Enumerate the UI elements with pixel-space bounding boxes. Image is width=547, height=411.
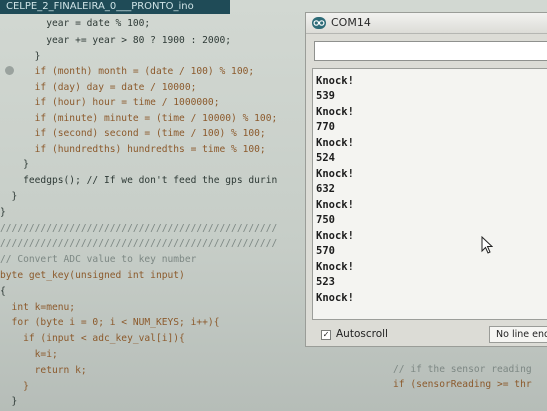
code-line: } [0, 381, 29, 392]
code-line: int k=menu; [0, 302, 76, 313]
code-line: if (month) month = (date / 100) % 100; [0, 66, 255, 77]
output-line: Knock! [316, 137, 354, 149]
code-line: if (sensorReading >= thr [393, 379, 532, 390]
serial-output[interactable]: Knock! 539 Knock! 770 Knock! 524 Knock! … [312, 68, 547, 320]
arduino-icon [312, 17, 326, 29]
code-line: } [0, 191, 18, 202]
output-line: 523 [316, 276, 335, 288]
code-line: if (input < adc_key_val[i]){ [0, 333, 185, 344]
line-ending-select[interactable]: No line ending [489, 326, 547, 343]
code-line: } [0, 159, 29, 170]
code-line: for (byte i = 0; i < NUM_KEYS; i++){ [0, 317, 220, 328]
code-line: } [0, 396, 18, 407]
output-line: 539 [316, 90, 335, 102]
autoscroll-checkbox[interactable]: ✓ [321, 330, 331, 340]
serial-monitor-title: COM14 [331, 16, 371, 29]
serial-monitor-window[interactable]: COM14 Knock! 539 Knock! 770 Knock! 524 K… [305, 12, 547, 347]
output-line: Knock! [316, 292, 354, 304]
code-line: } [0, 51, 41, 62]
output-line: Knock! [316, 199, 354, 211]
code-line: // Convert ADC value to key number [0, 254, 197, 265]
output-line: Knock! [316, 168, 354, 180]
code-line: ////////////////////////////////////////… [0, 238, 278, 249]
serial-bottom-bar: ✓ Autoscroll No line ending [306, 320, 547, 346]
code-line: year = date % 100; [0, 18, 151, 29]
code-line: { [0, 286, 6, 297]
output-line: Knock! [316, 261, 354, 273]
output-line: 524 [316, 152, 335, 164]
code-line: k=i; [0, 349, 58, 360]
output-line: Knock! [316, 106, 354, 118]
output-line: 750 [316, 214, 335, 226]
code-line: if (hour) hour = time / 1000000; [0, 97, 220, 108]
output-line: Knock! [316, 230, 354, 242]
code-line: return k; [0, 365, 87, 376]
code-line: // if the sensor reading [393, 364, 532, 375]
serial-send-input[interactable] [314, 41, 547, 61]
autoscroll-label[interactable]: Autoscroll [336, 328, 388, 340]
code-line: } [0, 207, 6, 218]
output-line: 770 [316, 121, 335, 133]
output-line: 570 [316, 245, 335, 257]
code-line: if (day) day = date / 10000; [0, 82, 197, 93]
code-line: ////////////////////////////////////////… [0, 223, 278, 234]
code-line: if (second) second = (time / 100) % 100; [0, 128, 266, 139]
code-line: byte get_key(unsigned int input) [0, 270, 185, 281]
serial-monitor-titlebar[interactable]: COM14 [306, 13, 547, 34]
mouse-cursor-icon [481, 235, 494, 258]
output-line: Knock! [316, 75, 354, 87]
editor-tab[interactable]: CELPE_2_FINALEIRA_0___PRONTO_ino [0, 0, 230, 14]
code-line: if (hundredths) hundredths = time % 100; [0, 144, 266, 155]
output-line: 632 [316, 183, 335, 195]
code-line: if (minute) minute = (time / 10000) % 10… [0, 113, 278, 124]
code-line: year += year > 80 ? 1900 : 2000; [0, 35, 232, 46]
code-line: feedgps(); // If we don't feed the gps d… [0, 175, 278, 186]
